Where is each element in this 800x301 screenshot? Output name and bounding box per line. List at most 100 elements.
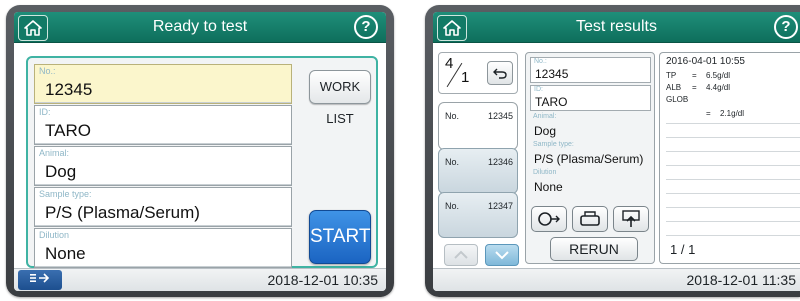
sample-no-label: No. — [445, 157, 460, 167]
result-name: GLOB — [666, 95, 689, 104]
sample-list-item[interactable]: No. 12347 — [438, 192, 518, 238]
sample-number-field[interactable]: No.: 12345 — [34, 64, 292, 104]
chevron-down-icon — [495, 251, 509, 260]
back-button[interactable] — [487, 61, 513, 85]
result-counter: 4 1 — [438, 52, 518, 94]
detail-label: Dilution — [533, 169, 557, 176]
detail-value: P/S (Plasma/Serum) — [534, 152, 644, 166]
device-test-results: Test results ? 4 1 No. 12345 No. 12346 N… — [425, 5, 800, 297]
grid-line — [666, 137, 800, 138]
rerun-button[interactable]: RERUN — [550, 237, 638, 261]
chevron-up-icon — [454, 250, 468, 259]
print-icon — [580, 211, 600, 226]
sample-no-label: No. — [445, 201, 460, 211]
result-row: ALB = 4.4g/dl — [666, 83, 730, 92]
result-eq: = — [692, 71, 697, 80]
result-eq: = — [706, 109, 711, 118]
start-button[interactable]: START — [309, 210, 371, 264]
upload-icon — [622, 210, 640, 227]
grid-line — [666, 193, 800, 194]
result-value: 4.4g/dl — [706, 83, 731, 92]
field-value: 12345 — [45, 80, 93, 99]
detail-number-field: No.: 12345 — [530, 57, 651, 83]
field-label: Dilution — [39, 230, 70, 240]
detail-dilution-field: Dilution None — [530, 169, 651, 195]
grid-line — [666, 207, 800, 208]
field-label: Animal: — [39, 148, 70, 158]
clock-display: 2018-12-01 10:35 — [267, 272, 378, 288]
detail-sample-type-field: Sample type: P/S (Plasma/Serum) — [530, 141, 651, 167]
grid-line — [666, 123, 800, 124]
home-icon — [24, 20, 42, 36]
home-button[interactable] — [437, 15, 467, 41]
page-title: Test results — [576, 18, 657, 35]
detail-label: No.: — [534, 58, 547, 65]
screen-test-results: Test results ? 4 1 No. 12345 No. 12346 N… — [433, 12, 800, 291]
grid-line — [666, 221, 800, 222]
field-value: P/S (Plasma/Serum) — [45, 203, 200, 222]
page-title: Ready to test — [152, 18, 248, 35]
result-row: = 2.1g/dl — [680, 109, 744, 118]
logout-icon — [30, 273, 50, 283]
detail-value: 12345 — [535, 67, 569, 81]
sample-form-panel: No.: 12345 ID: TARO Animal: Dog Sample t… — [26, 56, 378, 268]
field-label: ID: — [39, 107, 51, 117]
sample-type-field[interactable]: Sample type: P/S (Plasma/Serum) — [34, 187, 292, 227]
detail-label: ID: — [534, 86, 543, 93]
clock-display: 2018-12-01 11:35 — [686, 272, 797, 288]
dilution-field[interactable]: Dilution None — [34, 228, 292, 268]
home-icon — [443, 20, 461, 36]
result-name: TP — [666, 71, 677, 80]
detail-value: None — [534, 180, 563, 194]
result-name: ALB — [666, 83, 682, 92]
id-field[interactable]: ID: TARO — [34, 105, 292, 145]
grid-line — [666, 179, 800, 180]
upload-button[interactable] — [613, 206, 649, 232]
sample-no-value: 12347 — [487, 201, 513, 211]
export-icon — [538, 212, 560, 226]
animal-field[interactable]: Animal: Dog — [34, 146, 292, 186]
counter-total: 1 — [461, 69, 470, 86]
sample-list-item[interactable]: No. 12345 — [438, 102, 518, 150]
field-value: TARO — [45, 121, 91, 140]
print-button[interactable] — [572, 206, 608, 232]
result-row: GLOB — [666, 95, 706, 104]
field-value: Dog — [45, 162, 77, 181]
grid-line — [666, 151, 800, 152]
help-button[interactable]: ? — [774, 15, 798, 39]
field-label: Sample type: — [39, 189, 92, 199]
sample-no-value: 12346 — [487, 157, 513, 167]
detail-label: Animal: — [533, 113, 557, 120]
sample-no-label: No. — [445, 111, 460, 121]
result-value: 2.1g/dl — [720, 109, 745, 118]
page-indicator: 1 / 1 — [670, 242, 696, 257]
home-button[interactable] — [18, 15, 48, 41]
detail-value: TARO — [535, 95, 568, 109]
detail-id-field: ID: TARO — [530, 85, 651, 111]
sample-list-item[interactable]: No. 12346 — [438, 148, 518, 194]
result-row: TP = 6.5g/dl — [666, 71, 730, 80]
export-button[interactable] — [531, 206, 567, 232]
grid-line — [666, 165, 800, 166]
detail-animal-field: Animal: Dog — [530, 113, 651, 139]
detail-value: Dog — [534, 124, 557, 138]
result-value: 6.5g/dl — [706, 71, 731, 80]
counter-current: 4 — [445, 55, 454, 72]
work-list-button[interactable]: WORK LIST — [309, 70, 371, 126]
screen-ready-to-test: Ready to test ? No.: 12345 ID: TARO Anim… — [14, 12, 386, 291]
undo-icon — [493, 68, 507, 79]
status-bar: 2018-12-01 11:35 — [433, 268, 800, 291]
detail-label: Sample type: — [533, 141, 574, 148]
scroll-up-button[interactable] — [444, 244, 478, 266]
field-value: None — [45, 244, 86, 263]
header-bar: Ready to test ? — [14, 12, 386, 43]
scroll-down-button[interactable] — [485, 244, 519, 266]
sample-no-value: 12345 — [487, 111, 513, 121]
results-panel: 2016-04-01 10:55 TP = 6.5g/dl ALB = 4.4g/dl … — [659, 52, 800, 264]
device-ready-to-test: Ready to test ? No.: 12345 ID: TARO Anim… — [6, 5, 394, 297]
help-button[interactable]: ? — [354, 15, 378, 39]
result-eq: = — [692, 83, 697, 92]
sample-detail-panel: No.: 12345 ID: TARO Animal: Dog Sample t… — [525, 52, 655, 264]
logout-button[interactable] — [18, 270, 62, 290]
field-label: No.: — [39, 66, 56, 76]
